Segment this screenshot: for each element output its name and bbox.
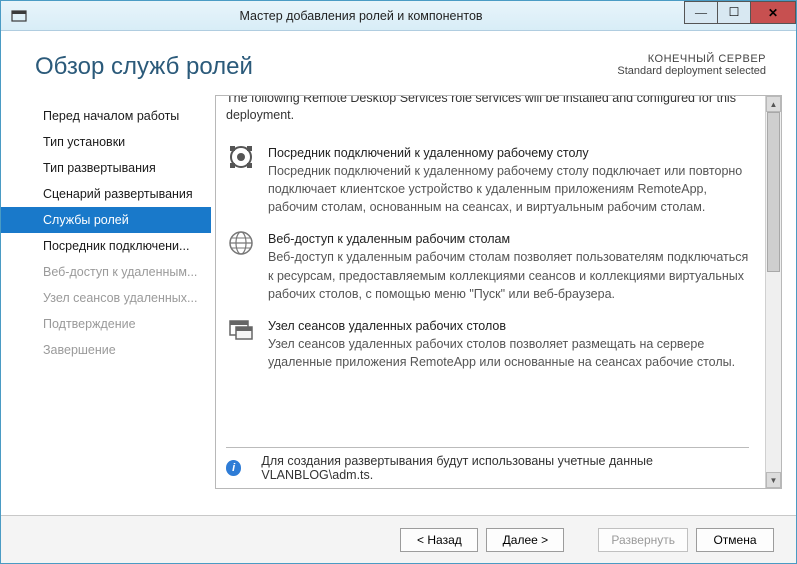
role-description: Веб-доступ к удаленным рабочим столам по… [268, 248, 755, 302]
wizard-buttons: < Назад Далее > Развернуть Отмена [1, 515, 796, 563]
deploy-button: Развернуть [598, 528, 688, 552]
cancel-button[interactable]: Отмена [696, 528, 774, 552]
nav-session-host: Узел сеансов удаленных... [1, 285, 211, 311]
role-name: Узел сеансов удаленных рабочих столов [268, 317, 755, 335]
wizard-body: Перед началом работы Тип установки Тип р… [1, 91, 796, 489]
scroll-thumb[interactable] [767, 112, 780, 272]
close-button[interactable]: ✕ [750, 1, 796, 24]
nav-completion: Завершение [1, 337, 211, 363]
wizard-header: Обзор служб ролей КОНЕЧНЫЙ СЕРВЕР Standa… [1, 31, 796, 91]
scroll-down-button[interactable]: ▼ [766, 472, 781, 488]
role-session-host: Узел сеансов удаленных рабочих столов Уз… [226, 317, 755, 371]
next-button[interactable]: Далее > [486, 528, 564, 552]
role-web-access: Веб-доступ к удаленным рабочим столам Ве… [226, 230, 755, 303]
role-description: Узел сеансов удаленных рабочих столов по… [268, 335, 755, 371]
app-icon [7, 4, 31, 28]
web-access-icon [226, 230, 256, 260]
nav-connection-broker[interactable]: Посредник подключени... [1, 233, 211, 259]
nav-deployment-scenario[interactable]: Сценарий развертывания [1, 181, 211, 207]
page-title: Обзор служб ролей [35, 53, 253, 81]
scroll-up-button[interactable]: ▲ [766, 96, 781, 112]
info-icon: i [226, 460, 241, 476]
connection-broker-icon [226, 144, 256, 174]
nav-before-you-begin[interactable]: Перед началом работы [1, 103, 211, 129]
role-name: Посредник подключений к удаленному рабоч… [268, 144, 755, 162]
content-scroll-area: The following Remote Desktop Services ro… [216, 96, 765, 488]
role-connection-broker: Посредник подключений к удаленному рабоч… [226, 144, 755, 217]
vertical-scrollbar[interactable]: ▲ ▼ [765, 96, 781, 488]
nav-role-services[interactable]: Службы ролей [1, 207, 211, 233]
credentials-note: i Для создания развертывания будут испол… [226, 447, 749, 482]
nav-install-type[interactable]: Тип установки [1, 129, 211, 155]
wizard-nav: Перед началом работы Тип установки Тип р… [1, 95, 211, 489]
target-label: КОНЕЧНЫЙ СЕРВЕР [617, 53, 766, 65]
deployment-type: Standard deployment selected [617, 65, 766, 77]
maximize-button[interactable]: ☐ [717, 1, 751, 24]
content-pane: The following Remote Desktop Services ro… [215, 95, 782, 489]
role-description: Посредник подключений к удаленному рабоч… [268, 162, 755, 216]
window-titlebar: Мастер добавления ролей и компонентов — … [1, 1, 796, 31]
back-button[interactable]: < Назад [400, 528, 478, 552]
intro-text: The following Remote Desktop Services ro… [226, 96, 755, 134]
nav-confirmation: Подтверждение [1, 311, 211, 337]
nav-web-access: Веб-доступ к удаленным... [1, 259, 211, 285]
role-name: Веб-доступ к удаленным рабочим столам [268, 230, 755, 248]
nav-deployment-type[interactable]: Тип развертывания [1, 155, 211, 181]
credentials-text: Для создания развертывания будут использ… [261, 454, 749, 482]
session-host-icon [226, 317, 256, 347]
window-controls: — ☐ ✕ [685, 1, 796, 30]
minimize-button[interactable]: — [684, 1, 718, 24]
window-title: Мастер добавления ролей и компонентов [37, 9, 685, 23]
target-info: КОНЕЧНЫЙ СЕРВЕР Standard deployment sele… [617, 53, 766, 77]
